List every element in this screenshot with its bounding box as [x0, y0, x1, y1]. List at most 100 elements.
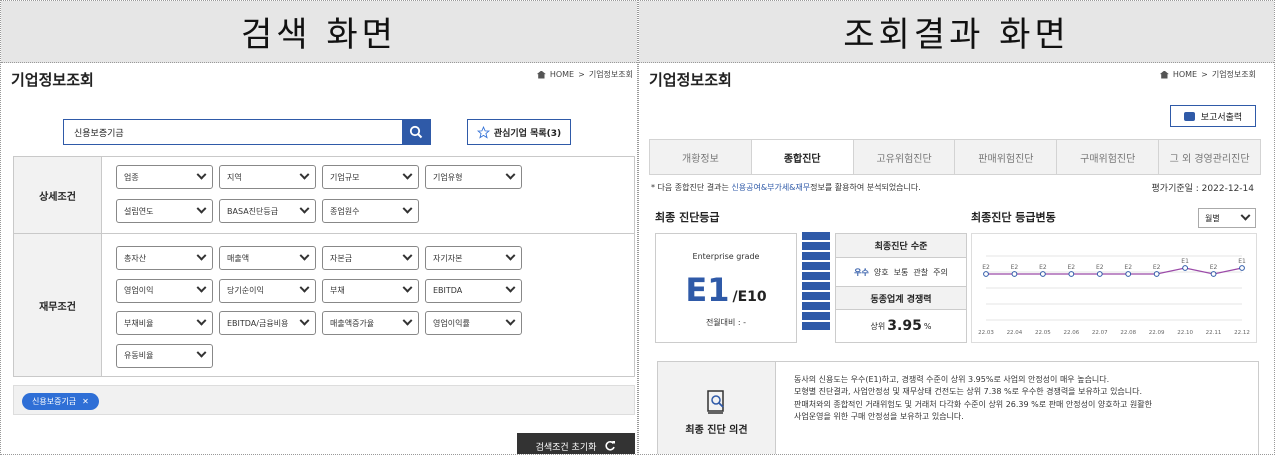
data-label: E2: [1096, 264, 1104, 271]
tab-2[interactable]: 고유위험진단: [853, 140, 956, 174]
x-tick-label: 22.06: [1063, 330, 1079, 336]
chevron-down-icon: [299, 315, 310, 326]
opinion-line: 모형별 진단결과, 사업안정성 및 재무상태 건전도는 상위 7.38 %로 우…: [794, 387, 1143, 397]
opinion-label: 최종 진단 의견: [685, 424, 748, 436]
finance-condition-select[interactable]: 매출액: [219, 246, 316, 270]
breadcrumb: HOME > 기업정보조회: [1159, 69, 1256, 80]
rank-value-row: 상위 3.95 %: [836, 310, 966, 342]
finance-condition-select[interactable]: 부채: [322, 278, 419, 303]
detail-condition-select[interactable]: 기업규모: [322, 165, 419, 189]
finance-condition-select[interactable]: 유동비율: [116, 343, 213, 368]
finance-condition-select[interactable]: 자기자본: [425, 246, 522, 270]
grade-bar: [802, 232, 830, 240]
data-point: [1039, 271, 1046, 277]
rank-unit: %: [923, 321, 932, 331]
chevron-down-icon: [196, 315, 207, 326]
select-label: 기업규모: [330, 172, 360, 182]
chevron-down-icon: [299, 203, 310, 214]
level-box: 최종진단 수준 우수 양호 보통 관찰 주의 동종업계 경쟁력 상위 3.95 %: [835, 233, 967, 343]
breadcrumb-home[interactable]: HOME: [550, 70, 574, 79]
detail-condition-select[interactable]: 업종: [116, 165, 213, 189]
data-label: E1: [1238, 258, 1246, 265]
select-label: EBITDA/금융비용: [227, 318, 289, 328]
grade-bar: [802, 322, 830, 330]
tab-5[interactable]: 그 외 경영관리진단: [1159, 140, 1260, 174]
breadcrumb-current: 기업정보조회: [588, 70, 633, 79]
x-tick-label: 22.08: [1120, 330, 1136, 336]
finance-condition-row: 재무조건 총자산 매출액 자본금 자기자본영업이익 당기순이익 부채 EBITDA 부채비율 E…: [14, 234, 634, 376]
detail-condition-select[interactable]: 종업원수: [322, 199, 419, 223]
finance-condition-select[interactable]: 부채비율: [116, 311, 213, 335]
grade-value: E1: [685, 271, 730, 309]
data-label: E2: [1153, 264, 1161, 271]
tab-4[interactable]: 구매위험진단: [1057, 140, 1160, 174]
x-tick-label: 22.09: [1149, 330, 1165, 336]
finance-condition-select[interactable]: EBITDA/금융비용: [219, 311, 316, 335]
analysis-note: * 다음 종합진단 결과는 신용공여&부가세&재무정보를 활용하여 분석되었습니…: [651, 182, 921, 193]
favorite-companies-button[interactable]: 관심기업 목록(3): [467, 119, 571, 145]
rank-heading: 동종업계 경쟁력: [836, 286, 966, 310]
document-search-icon: [706, 389, 724, 414]
tab-3[interactable]: 판매위험진단: [955, 140, 1058, 174]
grade-bar: [802, 272, 830, 280]
finance-condition-select[interactable]: 영업이익: [116, 278, 213, 303]
detail-condition-select[interactable]: 기업유형: [425, 165, 522, 189]
close-icon[interactable]: ✕: [82, 397, 89, 406]
search-screen-header: 검색 화면: [1, 1, 637, 63]
select-label: 설립연도: [124, 206, 154, 216]
chevron-down-icon: [196, 282, 207, 293]
finance-condition-select[interactable]: 자본금: [322, 246, 419, 270]
search-button[interactable]: [402, 120, 430, 144]
finance-condition-select[interactable]: 당기순이익: [219, 278, 316, 303]
period-select-value: 월별: [1205, 213, 1220, 223]
chevron-down-icon: [1240, 210, 1251, 221]
home-icon[interactable]: [536, 70, 546, 79]
finance-condition-select[interactable]: 총자산: [116, 246, 213, 270]
finance-condition-select[interactable]: 매출액증가율: [322, 311, 419, 335]
page-title: 기업정보조회: [11, 71, 94, 89]
grade-max: /E10: [732, 289, 767, 305]
home-icon[interactable]: [1159, 70, 1169, 79]
note-prefix: * 다음 종합진단 결과는: [651, 183, 732, 192]
note-suffix: 정보를 활용하여 분석되었습니다.: [810, 183, 921, 192]
tab-0[interactable]: 개황정보: [650, 140, 752, 174]
selected-tag-area: 신용보증기금 ✕: [13, 385, 635, 415]
breadcrumb-home[interactable]: HOME: [1173, 70, 1197, 79]
x-tick-label: 22.12: [1234, 330, 1250, 336]
star-icon: [476, 125, 490, 139]
reset-conditions-button[interactable]: 검색조건 초기화: [517, 433, 635, 454]
detail-condition-select[interactable]: 지역: [219, 165, 316, 189]
data-label: E2: [1210, 264, 1218, 271]
level-scale: 우수 양호 보통 관찰 주의: [836, 258, 966, 286]
favorite-companies-label: 관심기업 목록(3): [493, 128, 562, 139]
chevron-down-icon: [402, 250, 413, 261]
opinion-label-cell: 최종 진단 의견: [658, 362, 776, 454]
grade-value-group: E1 /E10: [656, 271, 796, 309]
data-point: [1125, 271, 1132, 277]
finance-condition-select[interactable]: EBITDA: [425, 278, 522, 303]
period-select[interactable]: 월별: [1198, 208, 1256, 228]
select-label: 자본금: [330, 253, 353, 263]
breadcrumb: HOME > 기업정보조회: [536, 69, 633, 80]
grade-level-bars: [802, 232, 830, 332]
detail-condition-label: 상세조건: [14, 157, 102, 233]
search-input[interactable]: [64, 120, 402, 144]
detail-condition-select[interactable]: BASA진단등급: [219, 199, 316, 223]
select-label: 매출액: [227, 253, 250, 263]
opinion-line: 동사의 신용도는 우수(E1)하고, 경쟁력 수준이 상위 3.95%로 사업의…: [794, 375, 1110, 384]
select-label: 업종: [124, 172, 139, 182]
opinion-line: 사업운영을 위한 구매 안정성을 보유하고 있습니다.: [794, 412, 964, 422]
chevron-down-icon: [402, 169, 413, 180]
finance-condition-label: 재무조건: [14, 234, 102, 376]
page-title: 기업정보조회: [649, 71, 732, 89]
detail-condition-select[interactable]: 설립연도: [116, 199, 213, 223]
x-tick-label: 22.03: [978, 330, 994, 336]
print-report-button[interactable]: 보고서출력: [1170, 105, 1256, 127]
select-label: 유동비율: [124, 351, 154, 360]
grade-trend-chart: E2 22.03 E2 22.04 E2 22.05 E2 22.06 E2 22.07 E2 22.…: [971, 233, 1257, 343]
tab-1[interactable]: 종합진단: [751, 140, 854, 174]
grade-bar: [802, 282, 830, 290]
finance-condition-select[interactable]: 영업이익률: [425, 311, 522, 335]
search-tag[interactable]: 신용보증기금 ✕: [22, 393, 99, 410]
chevron-down-icon: [505, 315, 516, 326]
